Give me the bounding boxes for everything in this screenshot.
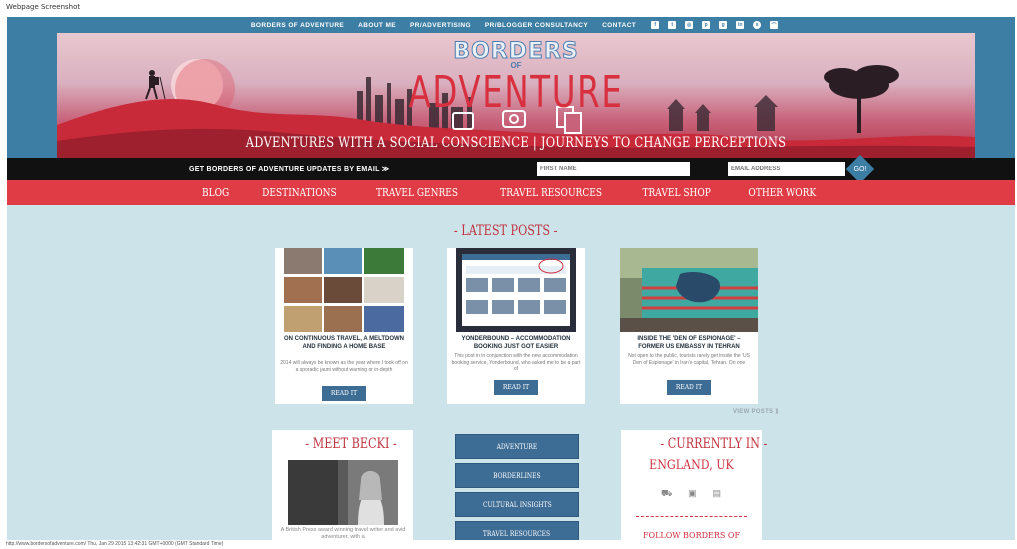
main-nav-destinations[interactable]: DESTINATIONS bbox=[262, 186, 337, 199]
category-cultural-insights[interactable]: CULTURAL INSIGHTS bbox=[455, 492, 579, 517]
capture-url-footer: http://www.bordersofadventure.com/ Thu, … bbox=[6, 541, 224, 547]
top-nav-item-contact[interactable]: CONTACT bbox=[602, 22, 636, 29]
post-excerpt: Not open to the public, tourists rarely … bbox=[628, 353, 750, 366]
post-thumbnail[interactable] bbox=[284, 248, 404, 332]
post-excerpt: 2014 will always be known as the year wh… bbox=[280, 360, 408, 373]
banner-illustration[interactable]: BORDERS OF ADVENTURE ADVENTURES WITH A S… bbox=[57, 33, 975, 158]
top-nav-item-pr-advertising[interactable]: PR/ADVERTISING bbox=[410, 22, 471, 29]
bus-icon: ⛟ bbox=[661, 488, 673, 498]
post-title[interactable]: INSIDE THE 'DEN OF ESPIONAGE' – FORMER U… bbox=[624, 336, 754, 351]
header-banner: BORDERS OF ADVENTURE ADVENTURES WITH A S… bbox=[7, 33, 1015, 158]
author-photo[interactable] bbox=[288, 460, 398, 525]
read-it-button[interactable]: READ IT bbox=[667, 380, 711, 395]
meet-becki-heading: - MEET BECKI - bbox=[305, 436, 397, 452]
category-adventure[interactable]: ADVENTURE bbox=[455, 434, 579, 459]
signup-go-button[interactable]: GO! bbox=[845, 154, 875, 184]
email-field[interactable] bbox=[728, 162, 845, 176]
category-borderlines[interactable]: BORDERLINES bbox=[455, 463, 579, 488]
rss-icon[interactable]: ⌒ bbox=[770, 21, 779, 29]
currently-in-heading: - CURRENTLY IN - bbox=[660, 436, 768, 452]
main-nav-travel-genres[interactable]: TRAVEL GENRES bbox=[376, 186, 458, 199]
mural-image bbox=[620, 248, 758, 332]
linkedin-icon[interactable]: in bbox=[736, 21, 745, 29]
top-nav-item-home[interactable]: BORDERS OF ADVENTURE bbox=[251, 22, 344, 29]
google-plus-icon[interactable]: g bbox=[719, 21, 728, 29]
category-list: ADVENTURE BORDERLINES CULTURAL INSIGHTS … bbox=[455, 434, 579, 540]
pinterest-icon[interactable]: p bbox=[702, 21, 711, 29]
email-signup-prompt: GET BORDERS OF ADVENTURE UPDATES BY EMAI… bbox=[189, 166, 390, 173]
stumbleupon-icon[interactable]: s bbox=[753, 21, 762, 29]
main-nav-blog[interactable]: BLOG bbox=[202, 186, 229, 199]
post-excerpt: This post in in conjunction with the new… bbox=[451, 353, 581, 372]
category-travel-resources[interactable]: TRAVEL RESOURCES bbox=[455, 521, 579, 540]
email-signup-bar: GET BORDERS OF ADVENTURE UPDATES BY EMAI… bbox=[7, 154, 1015, 184]
main-nav-travel-resources[interactable]: TRAVEL RESOURCES bbox=[500, 186, 602, 199]
website: BORDERS OF ADVENTURE ABOUT ME PR/ADVERTI… bbox=[7, 17, 1015, 540]
divider bbox=[636, 516, 747, 517]
current-location: ENGLAND, UK bbox=[649, 458, 734, 473]
twitter-icon[interactable]: t bbox=[668, 21, 677, 29]
post-title[interactable]: ON CONTINUOUS TRAVEL, A MELTDOWN AND FIN… bbox=[279, 336, 409, 351]
post-thumbnail[interactable] bbox=[620, 248, 758, 332]
currently-in-widget: - CURRENTLY IN - ENGLAND, UK ⛟ ▣ ▤ FOLLO… bbox=[621, 430, 767, 540]
main-nav: BLOG DESTINATIONS TRAVEL GENRES TRAVEL R… bbox=[7, 180, 1015, 205]
logo-adventure: ADVENTURE bbox=[408, 67, 624, 118]
read-it-button[interactable]: READ IT bbox=[494, 380, 538, 395]
screenshot-label: Webpage Screenshot bbox=[6, 3, 81, 11]
top-nav-item-about[interactable]: ABOUT ME bbox=[358, 22, 396, 29]
post-title[interactable]: YONDERBOUND – ACCOMMODATION BOOKING JUST… bbox=[451, 336, 581, 351]
main-nav-travel-shop[interactable]: TRAVEL SHOP bbox=[643, 186, 711, 199]
social-icons: f t ◎ p g in s ⌒ bbox=[651, 21, 779, 29]
post-card: INSIDE THE 'DEN OF ESPIONAGE' – FORMER U… bbox=[620, 248, 758, 404]
author-photo-image bbox=[288, 460, 398, 525]
signup-go-label: GO! bbox=[853, 165, 867, 173]
banner-tagline: ADVENTURES WITH A SOCIAL CONSCIENCE | JO… bbox=[245, 135, 787, 151]
first-name-field[interactable] bbox=[537, 162, 690, 176]
top-nav-item-consultancy[interactable]: PR/BLOGGER CONSULTANCY bbox=[485, 22, 588, 29]
post-card: ON CONTINUOUS TRAVEL, A MELTDOWN AND FIN… bbox=[275, 248, 413, 404]
main-nav-other-work[interactable]: OTHER WORK bbox=[748, 186, 816, 199]
document-icon: ▤ bbox=[712, 488, 721, 498]
meet-becki-widget: - MEET BECKI - A British Press award win… bbox=[272, 430, 413, 540]
author-bio: A British Press award winning travel wri… bbox=[280, 527, 406, 540]
post-thumbnail[interactable] bbox=[456, 248, 576, 332]
travel-icons: ⛟ ▣ ▤ bbox=[661, 488, 721, 500]
read-it-button[interactable]: READ IT bbox=[322, 386, 366, 401]
view-posts-link[interactable]: VIEW POSTS ⟫ bbox=[733, 408, 779, 415]
website-screenshot-image bbox=[456, 248, 576, 332]
instagram-icon[interactable]: ◎ bbox=[685, 21, 694, 29]
collage-image bbox=[284, 248, 404, 332]
post-card: YONDERBOUND – ACCOMMODATION BOOKING JUST… bbox=[447, 248, 585, 404]
camera-icon: ▣ bbox=[688, 488, 697, 498]
latest-posts-heading: - LATEST POSTS - bbox=[453, 223, 558, 239]
facebook-icon[interactable]: f bbox=[651, 21, 660, 29]
top-nav: BORDERS OF ADVENTURE ABOUT ME PR/ADVERTI… bbox=[7, 17, 1015, 33]
follow-heading: FOLLOW BORDERS OF bbox=[642, 531, 741, 540]
